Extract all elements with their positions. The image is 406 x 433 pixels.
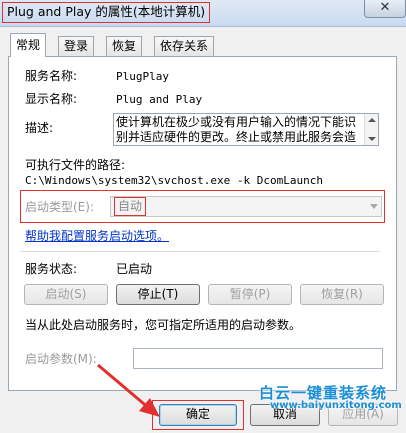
watermark-url: www.baiyunxitong.com	[270, 400, 402, 411]
tab-general[interactable]: 常规	[10, 33, 47, 57]
annotation-arrow-icon	[97, 363, 160, 417]
